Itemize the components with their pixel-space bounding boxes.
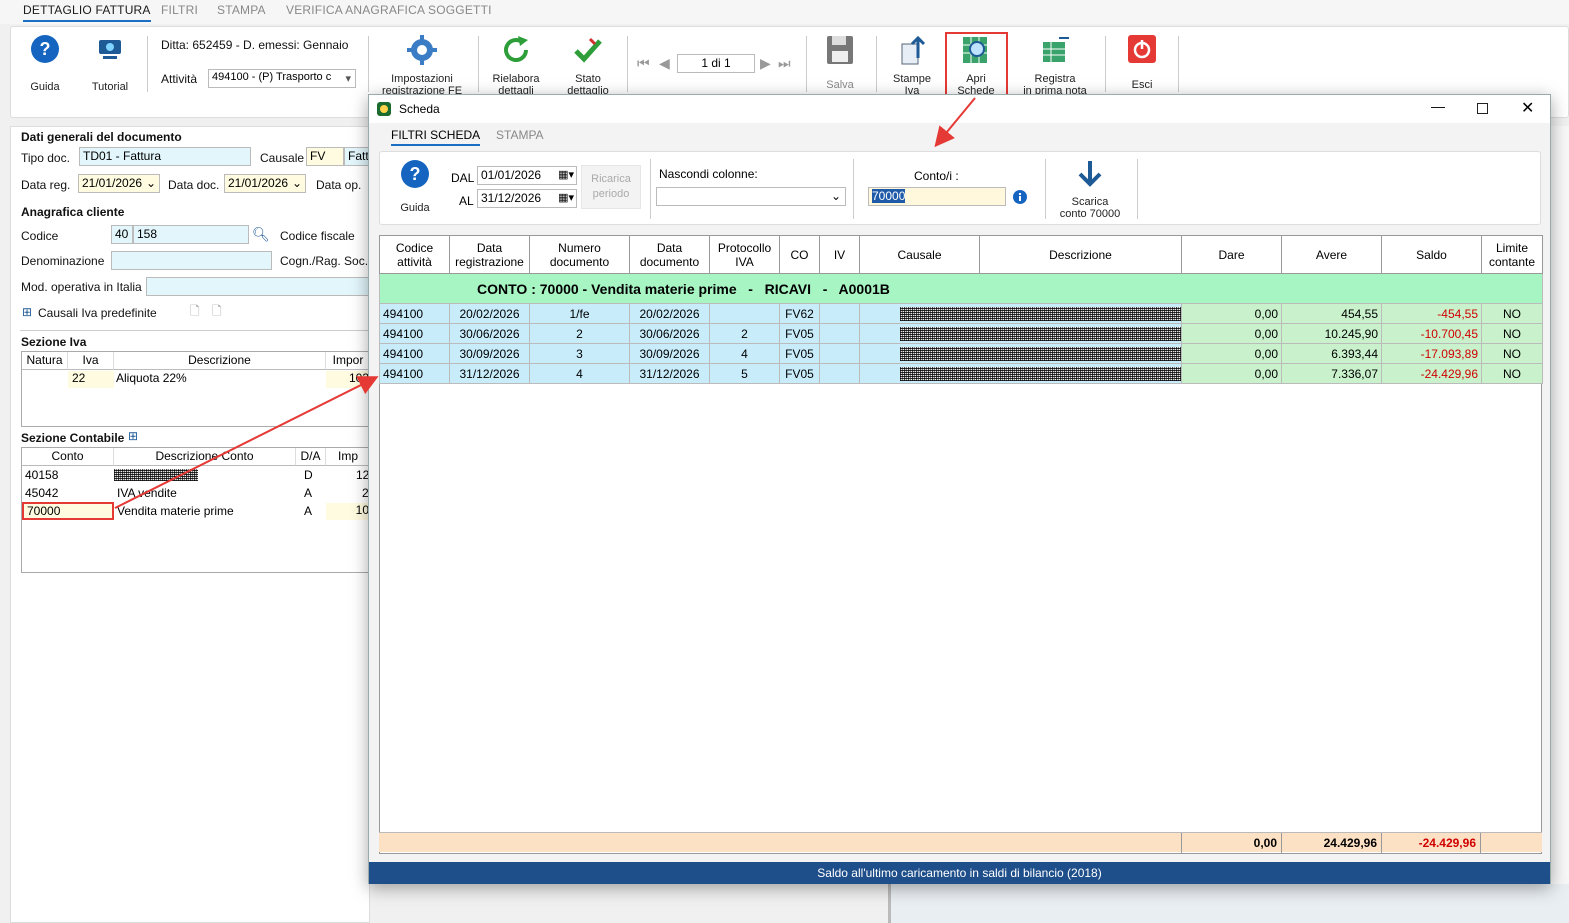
arrow-to-conto [934, 97, 976, 148]
arrow-to-scheda [114, 376, 379, 509]
annotation-arrows [114, 97, 976, 509]
